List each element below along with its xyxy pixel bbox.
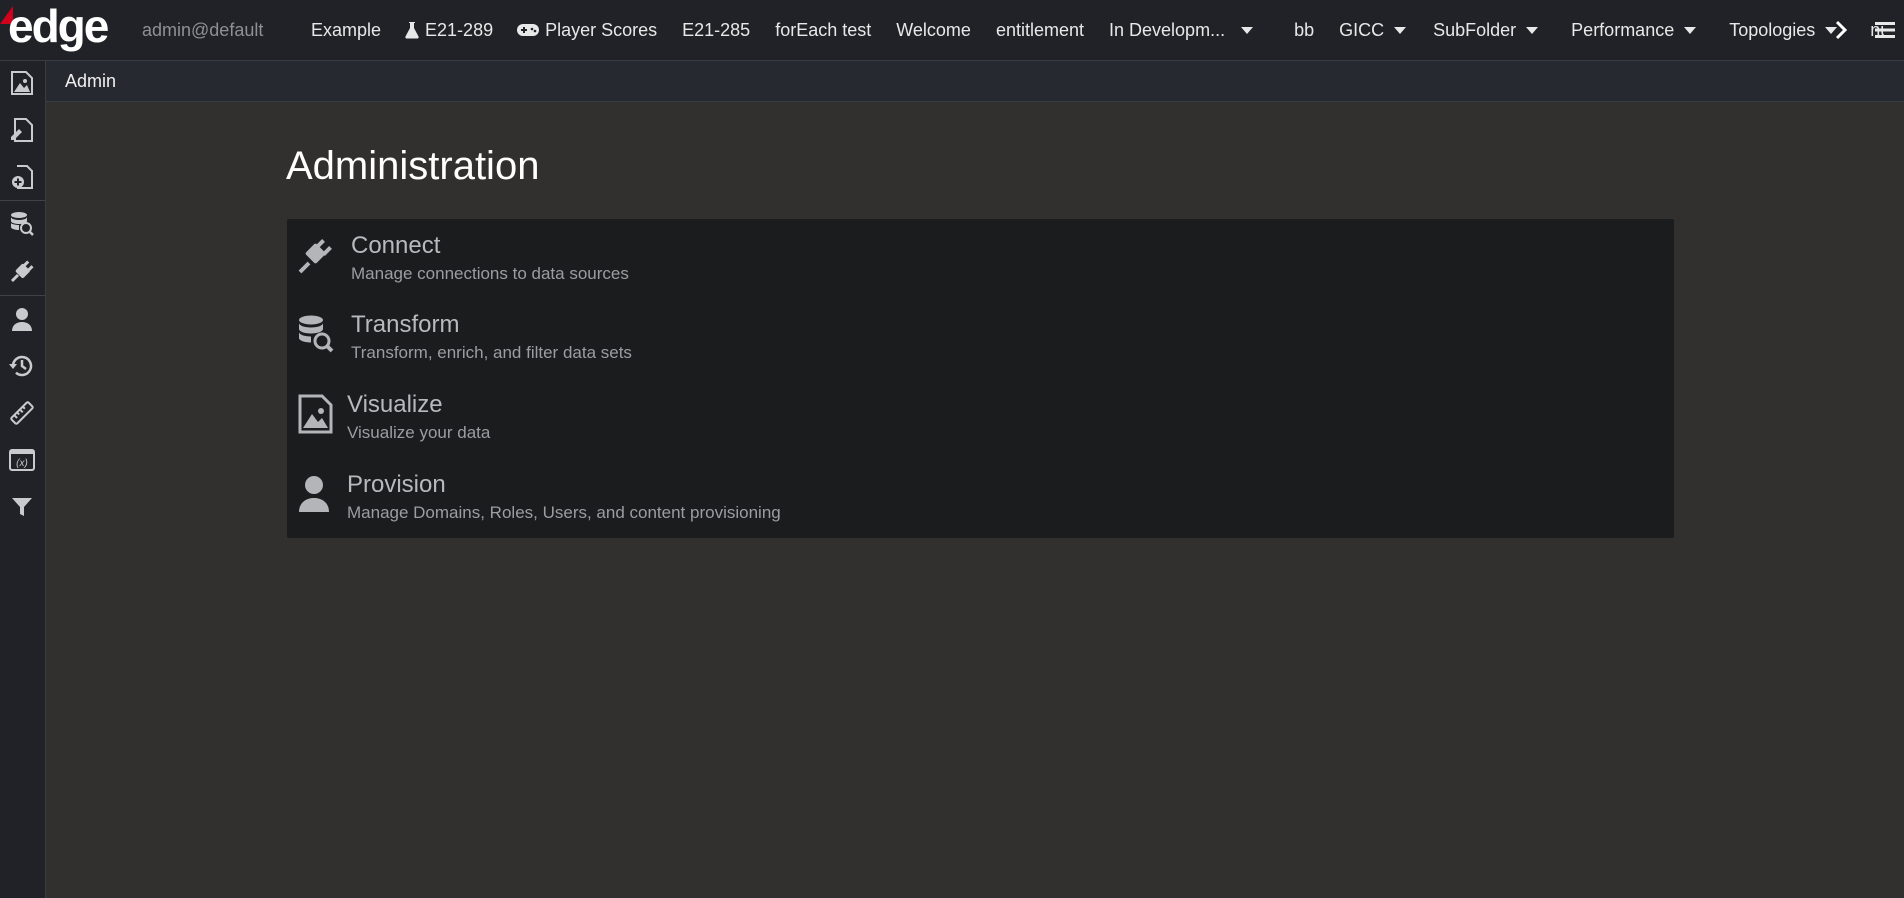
tab-bb[interactable]: bb (1294, 0, 1314, 60)
page-title: Administration (286, 144, 540, 188)
admin-item-visualize[interactable]: Visualize Visualize your data (287, 378, 1674, 456)
tab-example[interactable]: Example (311, 0, 381, 60)
svg-text:edge: edge (8, 4, 109, 52)
ruler-icon[interactable] (7, 398, 37, 428)
variable-icon[interactable]: (x) (7, 445, 37, 475)
tab-topologies[interactable]: Topologies (1729, 0, 1838, 60)
tab-in-development[interactable]: In Developm... (1109, 0, 1254, 60)
tab-entitlement[interactable]: entitlement (996, 0, 1084, 60)
admin-item-description: Transform, enrich, and filter data sets (351, 343, 632, 362)
admin-item-provision[interactable]: Provision Manage Domains, Roles, Users, … (287, 458, 1674, 536)
chevron-right-icon[interactable] (1832, 20, 1850, 40)
database-search-icon (297, 314, 335, 354)
nav-tabs: Example E21-289 Player Scores E21-285 fo… (301, 0, 1884, 60)
sidebar-divider (0, 295, 45, 296)
flask-icon (405, 21, 419, 39)
top-navigation-bar: edge admin@default Example E21-289 Playe… (0, 0, 1904, 61)
caret-down-icon (1684, 26, 1697, 34)
edit-page-icon[interactable] (7, 115, 37, 145)
tab-label: E21-285 (682, 19, 751, 40)
edge-logo[interactable]: edge (0, 4, 110, 54)
tab-e21-285[interactable]: E21-285 (682, 0, 750, 60)
admin-item-title: Connect (351, 232, 441, 259)
tab-foreach-test[interactable]: forEach test (775, 0, 871, 60)
tab-subfolder[interactable]: SubFolder (1433, 0, 1539, 60)
plug-icon (297, 235, 335, 275)
filter-icon[interactable] (7, 492, 37, 522)
sidebar-divider (0, 200, 45, 201)
left-sidebar: (x) (0, 61, 46, 898)
admin-item-title: Provision (347, 471, 446, 498)
hamburger-menu-icon[interactable] (1874, 20, 1896, 40)
admin-item-title: Visualize (347, 391, 443, 418)
visualize-icon[interactable] (7, 68, 37, 98)
admin-item-connect[interactable]: Connect Manage connections to data sourc… (287, 219, 1674, 297)
tab-label: E21-289 (425, 19, 494, 40)
tab-label: GICC (1339, 19, 1385, 40)
tab-player-scores[interactable]: Player Scores (517, 0, 657, 60)
database-search-icon[interactable] (7, 209, 37, 239)
tab-label: bb (1294, 19, 1315, 40)
tab-welcome[interactable]: Welcome (896, 0, 971, 60)
image-icon (297, 394, 335, 434)
tab-label: Performance (1571, 19, 1675, 40)
tab-label: Welcome (896, 19, 971, 40)
caret-down-icon (1394, 26, 1407, 34)
tab-performance[interactable]: Performance (1571, 0, 1697, 60)
breadcrumb: Admin (46, 61, 1904, 102)
tab-label: Player Scores (545, 19, 658, 40)
current-user: admin@default (142, 20, 264, 40)
plug-icon[interactable] (7, 256, 37, 286)
admin-item-transform[interactable]: Transform Transform, enrich, and filter … (287, 298, 1674, 376)
admin-item-description: Visualize your data (347, 423, 491, 442)
tab-label: SubFolder (1433, 19, 1517, 40)
gamepad-icon (517, 23, 540, 37)
user-icon[interactable] (7, 304, 37, 334)
tab-gicc[interactable]: GICC (1339, 0, 1407, 60)
tab-label: In Developm... (1109, 19, 1226, 40)
caret-down-icon (1526, 26, 1539, 34)
user-icon (297, 474, 335, 514)
svg-text:(x): (x) (16, 458, 28, 469)
tab-label: Example (311, 19, 382, 40)
tab-e21-289[interactable]: E21-289 (405, 0, 493, 60)
admin-item-description: Manage connections to data sources (351, 264, 629, 283)
admin-item-description: Manage Domains, Roles, Users, and conten… (347, 503, 781, 522)
tab-label: entitlement (995, 19, 1085, 40)
history-icon[interactable] (7, 351, 37, 381)
admin-item-title: Transform (351, 311, 460, 338)
tab-label: Topologies (1729, 19, 1816, 40)
admin-list: Connect Manage connections to data sourc… (287, 219, 1674, 538)
breadcrumb-admin[interactable]: Admin (65, 61, 116, 101)
caret-down-icon (1241, 26, 1254, 34)
tab-label: forEach test (775, 19, 872, 40)
add-page-icon[interactable] (7, 162, 37, 192)
